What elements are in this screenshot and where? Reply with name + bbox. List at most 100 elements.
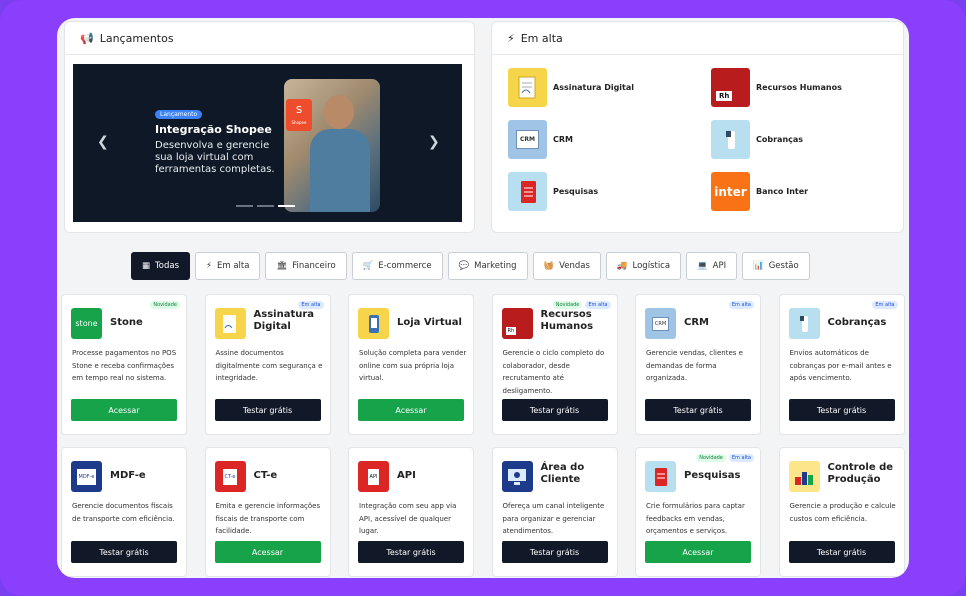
try-free-button[interactable]: Testar grátis (501, 399, 608, 421)
filter-trending[interactable]: ⚡ Em alta (195, 252, 261, 280)
carousel-dot[interactable] (236, 205, 253, 207)
app-name: Assinatura Digital (253, 309, 315, 332)
billing-icon (711, 120, 750, 159)
app-card-api: API API Integração com seu app via API, … (348, 447, 474, 577)
client-area-icon (501, 461, 533, 492)
trending-item-billing[interactable]: Cobranças (711, 120, 891, 159)
slide-photo: S Shopee (284, 79, 380, 212)
filter-sales[interactable]: 🧺 Vendas (532, 252, 601, 280)
cart-icon: 🛒 (362, 261, 374, 271)
person-head (324, 95, 354, 129)
access-button[interactable]: Acessar (71, 399, 177, 421)
access-button[interactable]: Acessar (358, 399, 464, 421)
lightning-icon: ⚡ (507, 31, 515, 45)
try-free-button[interactable]: Testar grátis (214, 399, 321, 421)
app-card-cte: CT-e CT-e Emita e gerencie informações f… (204, 447, 331, 577)
app-card-crm: Em alta CRM CRM Gerencie vendas, cliente… (635, 294, 761, 435)
try-free-button[interactable]: Testar grátis (788, 399, 895, 421)
app-description: Emita e gerencie informações fiscais de … (215, 502, 321, 535)
launch-carousel[interactable]: ❮ ❯ Lançamento Integração Shopee Desenvo… (73, 64, 462, 222)
laptop-icon: 💻 (697, 261, 708, 271)
filter-financial[interactable]: 🏛 Financeiro (265, 252, 347, 280)
try-free-button[interactable]: Testar grátis (358, 541, 464, 563)
trending-item-crm[interactable]: CRM CRM (508, 120, 711, 159)
app-description: Gerencie documentos fiscais de transport… (72, 502, 175, 523)
app-card-surveys: Novidade Em alta Pesquisas Crie formulári… (635, 447, 761, 577)
filter-management[interactable]: 📊 Gestão (742, 252, 810, 280)
person-body (310, 129, 370, 212)
survey-icon (645, 461, 676, 492)
trending-badge: Em alta (728, 301, 754, 309)
new-badge: Novidade (696, 454, 726, 462)
filter-api[interactable]: 💻 API (686, 252, 738, 280)
app-name: API (397, 470, 416, 481)
filter-ecommerce[interactable]: 🛒 E-commerce (351, 252, 443, 280)
slide-text: Desenvolva e gerencie sua loja virtual c… (155, 140, 275, 175)
cte-icon: CT-e (214, 461, 246, 492)
crm-icon: CRM (645, 308, 676, 339)
app-name: Área do Cliente (540, 462, 585, 485)
app-description: Ofereça um canal inteligente para organi… (502, 502, 605, 535)
api-icon: API (358, 461, 389, 492)
carousel-dot[interactable] (257, 205, 274, 207)
carousel-prev-icon[interactable]: ❮ (97, 134, 109, 150)
app-card-client-area: Área do Cliente Ofereça um canal intelig… (491, 447, 618, 577)
access-button[interactable]: Acessar (214, 541, 321, 563)
trending-badge: Em alta (298, 301, 324, 309)
bank-icon: inter (711, 172, 750, 211)
app-card-billing: Em alta Cobranças Envios automáticos de … (778, 294, 905, 435)
slide-title: Integração Shopee (155, 123, 272, 136)
new-badge: Novidade (150, 301, 180, 309)
carousel-dots[interactable] (236, 205, 295, 207)
store-icon (358, 308, 389, 339)
access-button[interactable]: Acessar (645, 541, 751, 563)
trending-header: ⚡ Em alta (492, 22, 903, 55)
app-name: CRM (684, 317, 709, 328)
trending-title: Em alta (520, 31, 563, 45)
app-grid: Novidade stone Stone Processe pagamentos… (61, 294, 906, 577)
try-free-button[interactable]: Testar grátis (71, 541, 177, 563)
app-name: Stone (110, 317, 143, 328)
app-card-mdfe: MDF-e MDF-e Gerencie documentos fiscais … (61, 447, 187, 577)
mdfe-icon: MDF-e (71, 461, 102, 492)
survey-icon (508, 172, 547, 211)
carousel-dot-active[interactable] (278, 205, 295, 207)
filter-logistics[interactable]: 🚚 Logística (605, 252, 682, 280)
app-name: Pesquisas (684, 470, 741, 481)
try-free-button[interactable]: Testar grátis (788, 541, 895, 563)
app-name: MDF-e (110, 470, 146, 481)
try-free-button[interactable]: Testar grátis (501, 541, 608, 563)
trending-item-hr[interactable]: Rh Recursos Humanos (711, 68, 891, 107)
new-badge: Novidade (552, 301, 583, 309)
bar-chart-icon: 📊 (753, 261, 764, 271)
category-filters: ▦ Todas ⚡ Em alta 🏛 Financeiro 🛒 E-commerce … (131, 252, 810, 280)
lightning-icon: ⚡ (206, 261, 212, 271)
trending-item-label: Cobranças (756, 135, 804, 144)
app-description: Gerencie a produção e calcule custos com… (789, 502, 896, 523)
trending-item-survey[interactable]: Pesquisas (508, 172, 711, 211)
filter-marketing[interactable]: 💬 Marketing (447, 252, 528, 280)
launches-title: Lançamentos (99, 31, 174, 45)
carousel-next-icon[interactable]: ❯ (428, 134, 440, 150)
app-description: Solução completa para vender online com … (359, 349, 467, 382)
app-name: Controle de Produção (827, 462, 894, 485)
app-description: Assine documentos digitalmente com segur… (215, 349, 323, 382)
hr-icon: Rh (501, 308, 533, 339)
trending-item-bank[interactable]: inter Banco Inter (711, 172, 891, 211)
app-description: Envios automáticos de cobranças por e-ma… (789, 349, 892, 382)
try-free-button[interactable]: Testar grátis (645, 399, 751, 421)
filter-all[interactable]: ▦ Todas (131, 252, 191, 280)
trending-item-signature[interactable]: Assinatura Digital (508, 68, 711, 107)
app-description: Gerencie o ciclo completo do colaborador… (502, 349, 605, 395)
trending-item-label: Recursos Humanos (756, 83, 842, 92)
signature-icon (508, 68, 547, 107)
app-name: CT-e (253, 470, 278, 481)
app-name: Recursos Humanos (540, 309, 594, 332)
trending-item-label: CRM (553, 135, 573, 144)
app-name: Loja Virtual (397, 317, 462, 328)
app-card-signature: Em alta Assinatura Digital Assine docume… (204, 294, 331, 435)
app-card-hr: Novidade Em alta Rh Recursos Humanos Gere… (491, 294, 618, 435)
app-store-window: 📢 Lançamentos ❮ ❯ Lançamento Integração … (57, 18, 909, 578)
billing-icon (788, 308, 820, 339)
slide-badge: Lançamento (155, 110, 203, 119)
